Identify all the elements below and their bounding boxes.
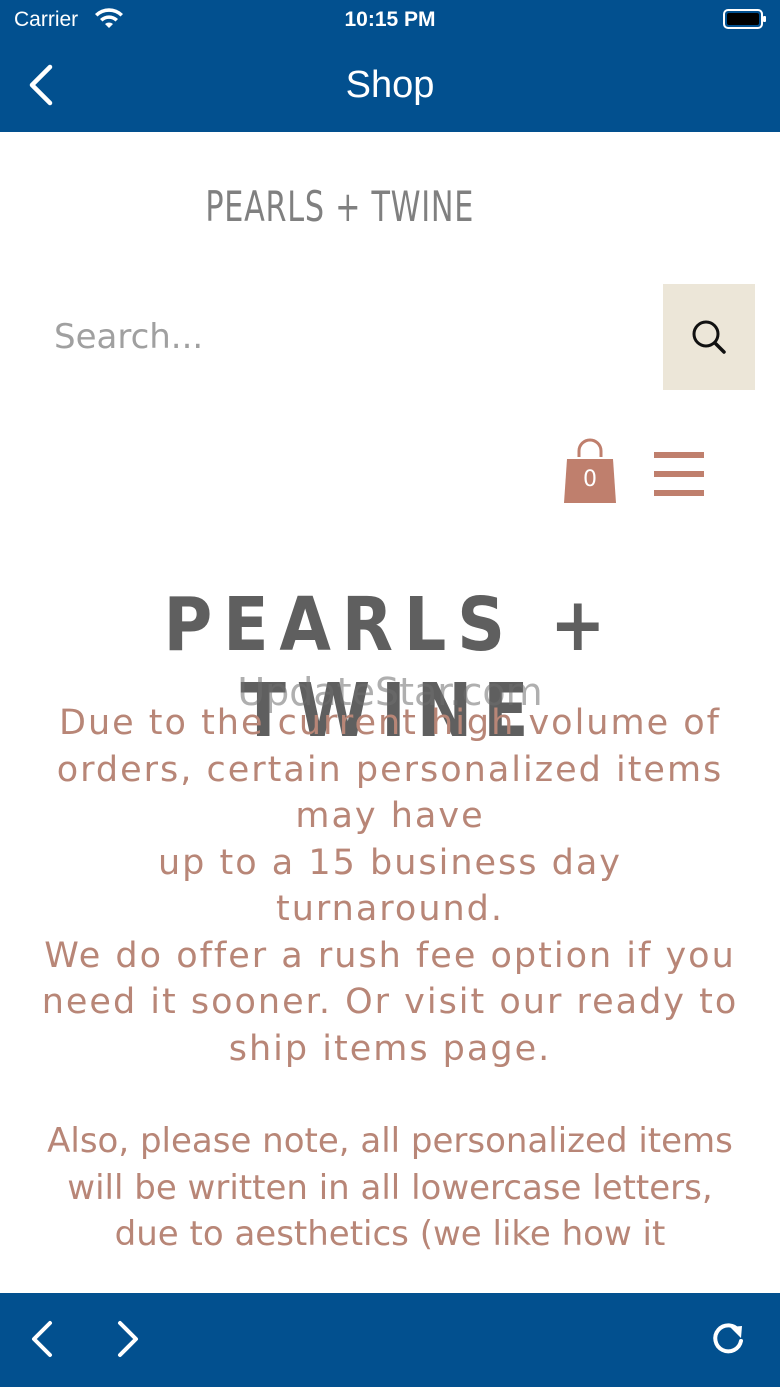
note-line: Also, please note, all personalized item… bbox=[47, 1121, 733, 1208]
order-notice: Due to the current high volume of orders… bbox=[40, 700, 740, 1072]
hamburger-icon bbox=[654, 452, 704, 458]
search-input[interactable] bbox=[40, 284, 660, 390]
lowercase-note: Also, please note, all personalized item… bbox=[40, 1118, 740, 1258]
site-logo[interactable]: PEARLS + TWINE bbox=[95, 182, 585, 231]
cart-count: 0 bbox=[583, 467, 597, 492]
notice-line: We do offer a rush fee option if you nee… bbox=[41, 935, 739, 1069]
battery-icon bbox=[723, 9, 766, 29]
search-button[interactable] bbox=[663, 284, 755, 390]
notice-line: Due to the current high volume of orders… bbox=[56, 703, 724, 836]
cart-button[interactable]: 0 bbox=[563, 437, 617, 505]
browser-forward-button[interactable] bbox=[106, 1317, 150, 1361]
search-icon bbox=[692, 320, 726, 354]
web-content: PEARLS + TWINE 0 PEARLS + TWINE UpdateSt… bbox=[0, 132, 780, 1293]
reload-button[interactable] bbox=[706, 1317, 750, 1361]
top-bar: Carrier 10:15 PM Shop bbox=[0, 0, 780, 132]
status-time: 10:15 PM bbox=[344, 8, 436, 31]
navigation-bar: Shop bbox=[0, 40, 780, 132]
browser-back-button[interactable] bbox=[22, 1317, 66, 1361]
notice-line: up to a 15 business day turnaround. bbox=[157, 842, 623, 930]
note-line: due to aesthetics (we like how it bbox=[114, 1214, 666, 1254]
menu-button[interactable] bbox=[654, 452, 706, 500]
browser-toolbar bbox=[0, 1293, 780, 1387]
status-bar: Carrier 10:15 PM bbox=[0, 0, 780, 40]
page-title: Shop bbox=[345, 64, 435, 106]
